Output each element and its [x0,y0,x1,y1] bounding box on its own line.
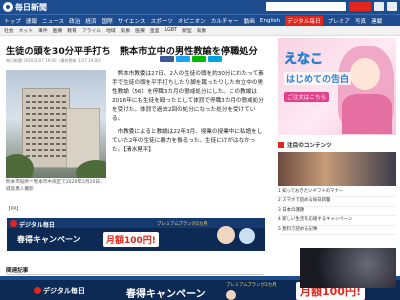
digital-mainichi-ad[interactable]: デジタル毎日 プレミアムプランが2カ月 春得キャンペーン 月額100円! [7,218,265,251]
nav-item-science[interactable]: サイエンス [118,17,146,25]
list-item[interactable]: 3 日本の課題 [278,207,396,217]
subnav-item[interactable]: 皇室 [150,27,160,34]
nav-item-breaking[interactable]: 速報 [26,17,37,25]
side-ad-subtitle: はじめての告白 [284,72,352,85]
sidebar-section-header: 注目のコンテンツ [278,140,396,150]
article-body: 熊本市教委は27日、2人の生徒の頭を約30分にわたって素手で生徒の頭を平手打ちし… [112,70,264,160]
menu-icon[interactable] [387,2,397,11]
list-item[interactable]: 5 無料で読める記事 [278,226,396,236]
nav-item-english[interactable]: English [260,18,280,24]
hatena-share-icon[interactable] [208,56,222,62]
list-item[interactable]: 1 知っておきたいギフトのマナー [278,188,396,198]
top-header: 毎日新聞 [0,0,400,14]
subnav-item[interactable]: 事件 [38,27,48,34]
subnav-item[interactable]: アライル [82,27,101,34]
nav-item-economy[interactable]: 経済 [85,17,96,25]
divider [6,274,264,275]
sidebar-ad-dark[interactable] [300,248,396,288]
nav-item-culture[interactable]: カルチャー [211,17,239,25]
nav-item-sports[interactable]: スポーツ [151,17,173,25]
ad-campaign: 春得キャンペーン [17,235,81,244]
nav-item-opinion[interactable]: オピニオン [178,17,206,25]
subnav-item[interactable]: 気象 [197,27,207,34]
subnav-item[interactable]: 医療 [135,27,145,34]
main-nav: トップ 速報 ニュース 政治 経済 国際 サイエンス スポーツ オピニオン カル… [0,14,400,26]
site-logo[interactable]: 毎日新聞 [3,1,65,13]
logo-text: 毎日新聞 [15,1,47,12]
article-paragraph: 市教委によると教諭は22年3月、授業の授業中に私語をしていた2年の生徒に暴力を振… [112,129,263,154]
article-paragraph: 熊本市教委は27日、2人の生徒の頭を約30分にわたって素手で生徒の頭を平手打ちし… [112,71,264,122]
related-heading: 関連記事 [6,268,29,274]
nav-item-photo[interactable]: 写真 [355,17,366,25]
ad-logo-icon [10,220,17,227]
sidebar-section-title: 注目のコンテンツ [287,143,332,149]
article-timestamp: 毎日新聞 2020/3/27 19:00（最終更新 3/27 19:00） [6,58,104,63]
ad-brand: デジタル毎日 [19,222,55,229]
subnav-item[interactable]: 地域 [106,27,116,34]
nav-item-premier[interactable]: プレミア [328,17,350,25]
ad-note: プレミアムプランが2カ月 [157,222,208,227]
nav-item-digital[interactable]: デジタル毎日 [285,15,323,26]
pr-label: 【PR】 [6,207,22,212]
logo-mark-icon [3,2,13,12]
article-headline: 生徒の頭を30分平手打ち 熊本市立中の男性教諭を停職処分 [6,46,258,57]
sidebar-list: 1 知っておきたいギフトのマナー 2 スマホで読める毎日新聞 3 日本の課題 4… [278,188,396,236]
share-buttons [160,56,222,62]
subnav-item[interactable]: 社会 [4,27,14,34]
subnav-item[interactable]: ネット [19,27,33,34]
nav-item-news[interactable]: ニュース [42,17,64,25]
ad-brand: デジタル毎日 [43,287,85,295]
subnav-item[interactable]: 医療 [53,27,63,34]
article-photo[interactable] [6,70,106,178]
photo-caption: 熊本市役所＝熊本市中央区で2020年2月20日、城島勇人撮影 [6,180,105,192]
subnav-item[interactable]: LGBT [164,28,177,33]
search-input[interactable] [266,2,346,11]
sub-nav: 社会 ネット 事件 医療 教育 アライル 地域 気象 医療 皇室 LGBT 新型… [0,26,400,36]
subnav-item[interactable]: 気象 [121,27,131,34]
subscribe-button[interactable] [349,2,371,11]
page: 毎日新聞 トップ 速報 ニュース 政治 経済 国際 サイエンス スポーツ オピニ… [0,0,400,300]
facebook-share-icon[interactable] [160,56,174,62]
building-image [66,108,100,168]
sidebar-ad-enako[interactable]: えなこ はじめての告白 ご注文はこちら [278,38,396,135]
nav-item-top[interactable]: トップ [4,17,21,25]
subnav-item[interactable]: 新型 [182,27,192,34]
nav-item-series[interactable]: 連載 [371,17,382,25]
ad-note: プレミアムプランが2カ月 [226,283,277,288]
ad-campaign: 春得キャンペーン [126,289,206,300]
ad-price: 月額100円! [103,232,159,247]
side-ad-button[interactable]: ご注文はこちら [284,92,330,102]
nav-item-video[interactable]: 動画 [244,17,255,25]
header-tools [266,2,397,11]
ad-logo-icon [34,287,41,294]
subnav-item[interactable]: 教育 [67,27,77,34]
login-button[interactable] [374,2,384,11]
building-image [22,88,70,168]
section-marker-icon [278,142,284,148]
sidebar-thumbnail[interactable] [278,152,396,186]
nav-item-world[interactable]: 国際 [102,17,113,25]
line-share-icon[interactable] [192,56,206,62]
nav-item-politics[interactable]: 政治 [69,17,80,25]
side-ad-title: えなこ [284,52,324,68]
twitter-share-icon[interactable] [176,56,190,62]
list-item[interactable]: 2 スマホで読める毎日新聞 [278,197,396,207]
list-item[interactable]: 4 新しい生活を応援するキャンペーン [278,216,396,226]
